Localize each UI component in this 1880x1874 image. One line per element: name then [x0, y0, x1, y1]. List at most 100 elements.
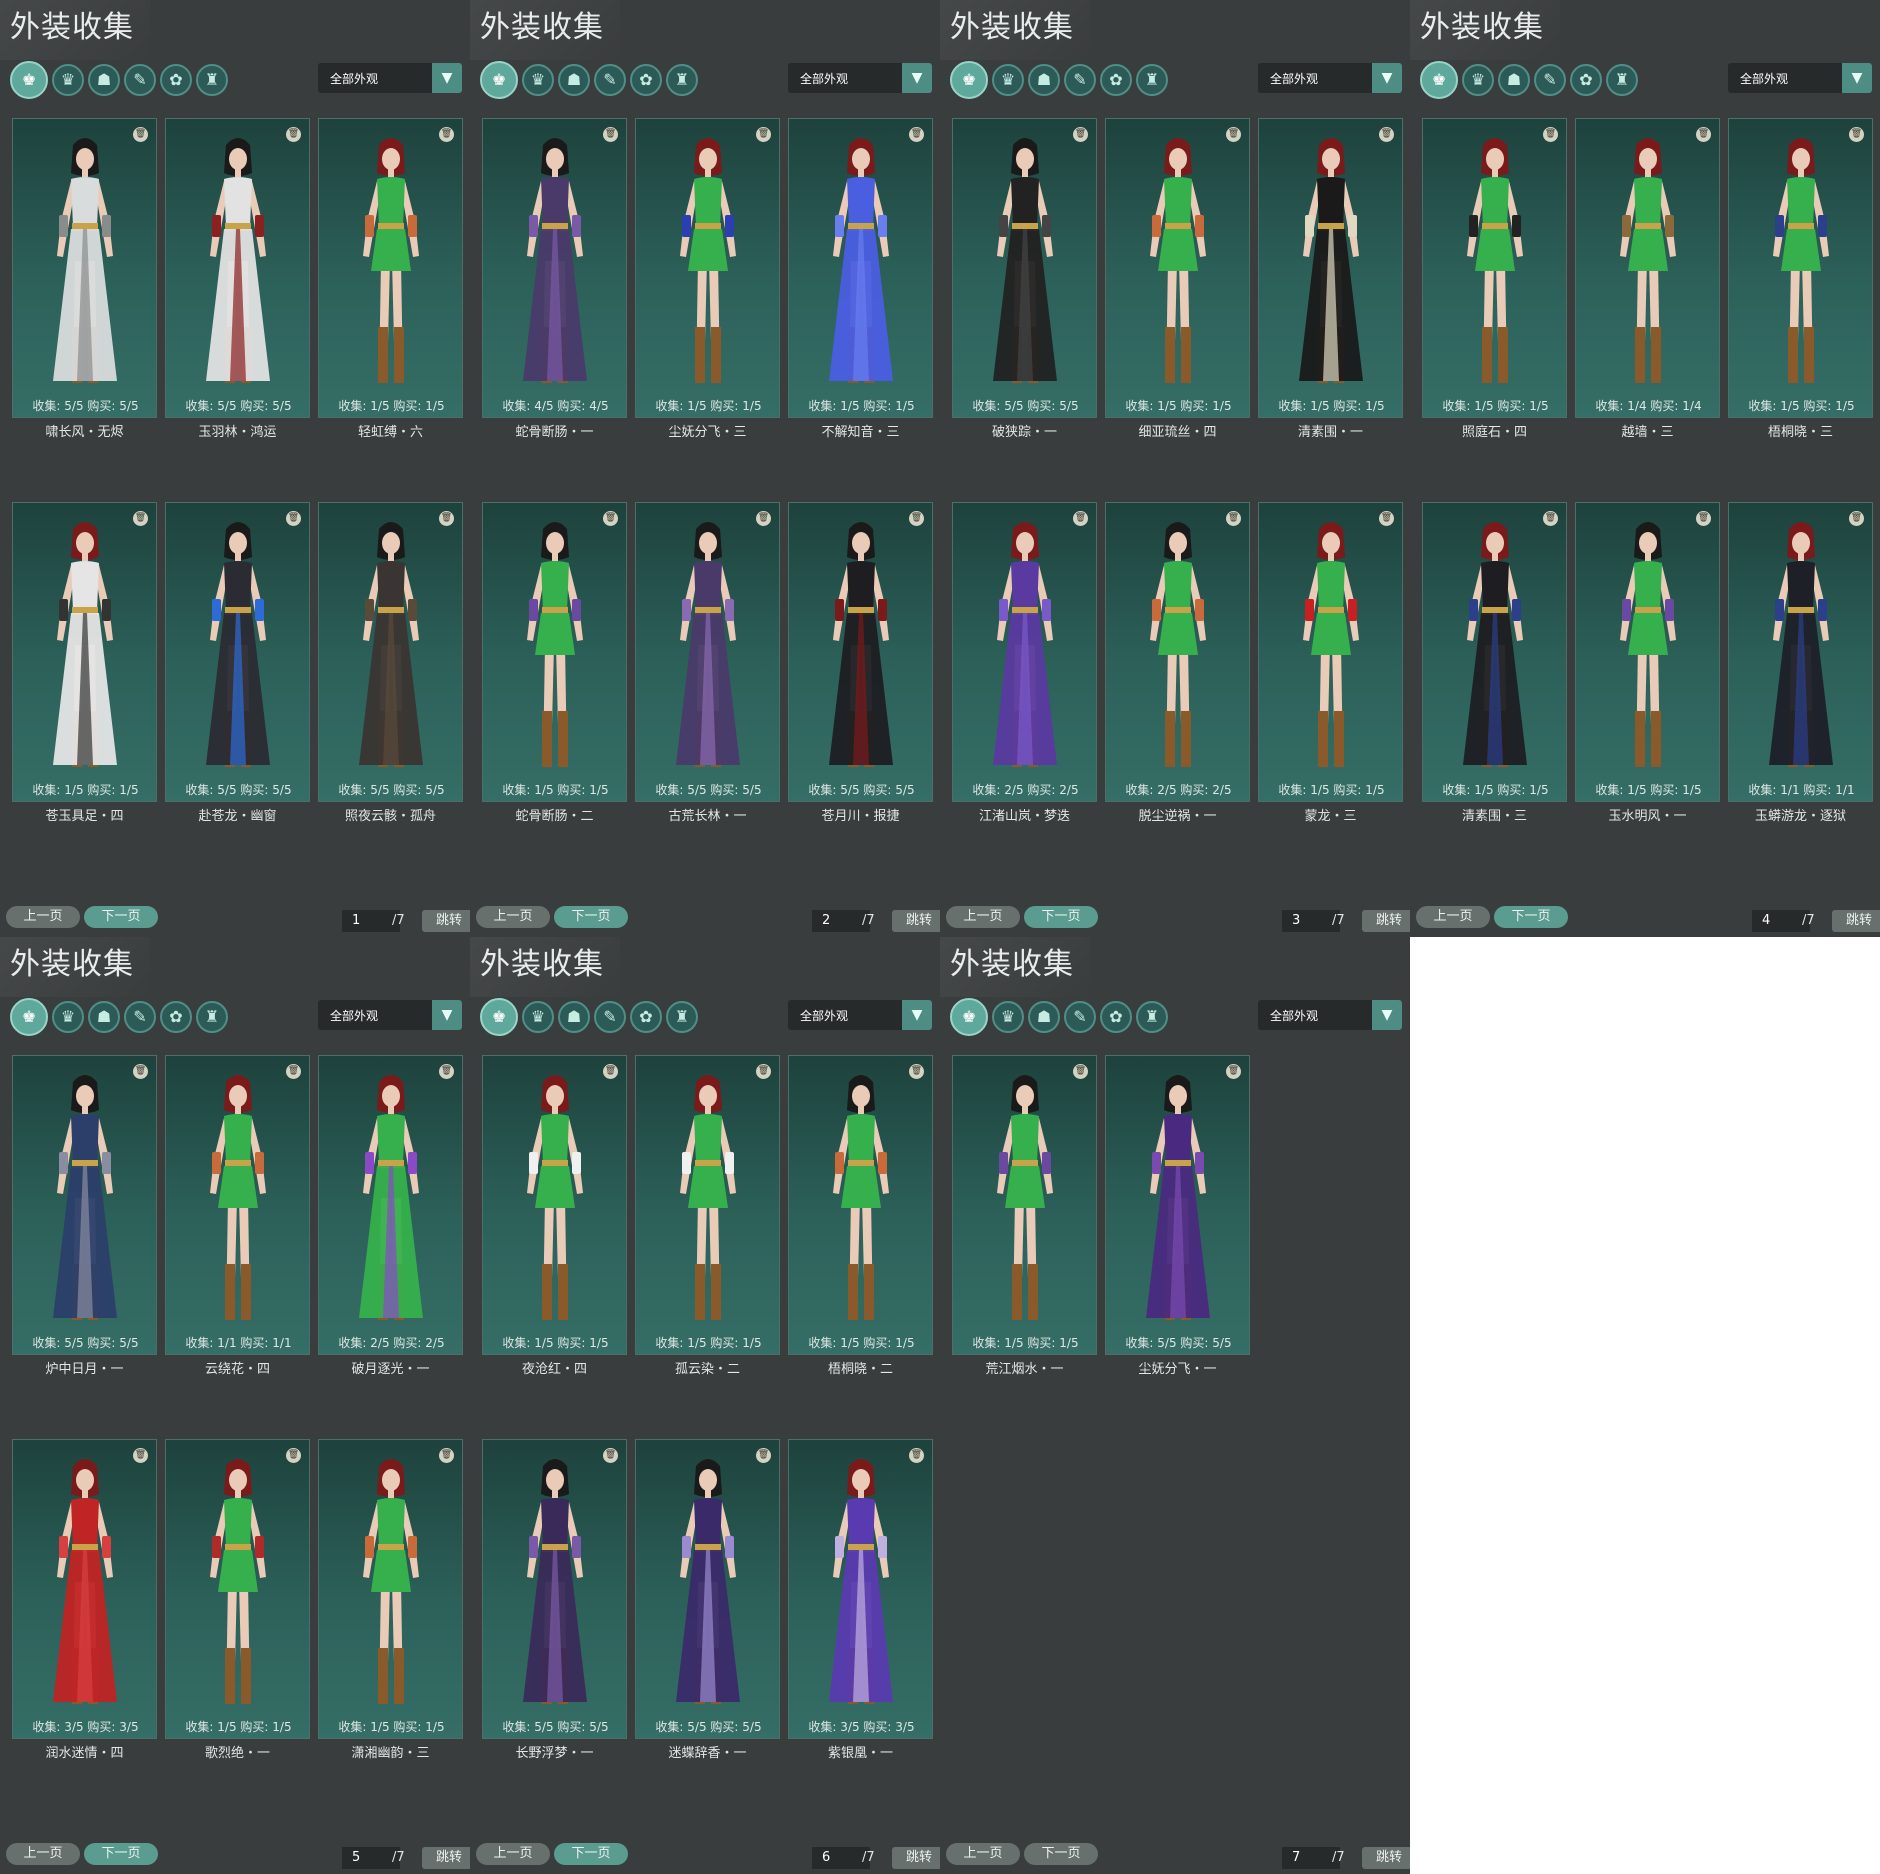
face-tab-icon[interactable]: ♛: [522, 64, 554, 96]
face-tab-icon[interactable]: ♛: [52, 1001, 84, 1033]
outfit-card[interactable]: 🗑 收集: 5/5 购买: 5/5: [12, 1055, 157, 1355]
prev-page-button[interactable]: 上一页: [946, 906, 1020, 928]
appearance-filter-dropdown[interactable]: 全部外观 ▼: [1728, 63, 1872, 93]
hair-tab-icon[interactable]: ✎: [594, 64, 626, 96]
role-tab-icon[interactable]: ♚: [10, 998, 48, 1036]
outfit-card[interactable]: 🗑 收集: 5/5 购买: 5/5: [318, 502, 463, 802]
jump-button[interactable]: 跳转: [892, 910, 940, 932]
outfit-card[interactable]: 🗑 收集: 1/5 购买: 1/5: [1422, 118, 1567, 418]
appearance-filter-dropdown[interactable]: 全部外观 ▼: [318, 63, 462, 93]
appearance-filter-dropdown[interactable]: 全部外观 ▼: [788, 63, 932, 93]
role-tab-icon[interactable]: ♚: [480, 61, 518, 99]
cape-tab-icon[interactable]: ♜: [1136, 64, 1168, 96]
chevron-down-icon[interactable]: ▼: [1372, 63, 1402, 93]
accessory-tab-icon[interactable]: ✿: [160, 64, 192, 96]
next-page-button[interactable]: 下一页: [84, 1843, 158, 1865]
outfit-card[interactable]: 🗑 收集: 2/5 购买: 2/5: [1105, 502, 1250, 802]
outfit-card[interactable]: 🗑 收集: 5/5 购买: 5/5: [1105, 1055, 1250, 1355]
role-tab-icon[interactable]: ♚: [1420, 61, 1458, 99]
hair-tab-icon[interactable]: ✎: [124, 1001, 156, 1033]
outfit-card[interactable]: 🗑 收集: 1/5 购买: 1/5: [482, 502, 627, 802]
appearance-filter-dropdown[interactable]: 全部外观 ▼: [1258, 1000, 1402, 1030]
outfit-card[interactable]: 🗑 收集: 2/5 购买: 2/5: [952, 502, 1097, 802]
jump-button[interactable]: 跳转: [1832, 910, 1880, 932]
jump-button[interactable]: 跳转: [422, 910, 470, 932]
face-tab-icon[interactable]: ♛: [52, 64, 84, 96]
next-page-button[interactable]: 下一页: [1024, 906, 1098, 928]
outfit-card[interactable]: 🗑 收集: 5/5 购买: 5/5: [12, 118, 157, 418]
role-tab-icon[interactable]: ♚: [950, 998, 988, 1036]
appearance-filter-dropdown[interactable]: 全部外观 ▼: [788, 1000, 932, 1030]
outfit-card[interactable]: 🗑 收集: 5/5 购买: 5/5: [635, 502, 780, 802]
face-tab-icon[interactable]: ♛: [522, 1001, 554, 1033]
outfit-card[interactable]: 🗑 收集: 1/5 购买: 1/5: [318, 1439, 463, 1739]
outfit-card[interactable]: 🗑 收集: 1/5 购买: 1/5: [1258, 502, 1403, 802]
outfit-card[interactable]: 🗑 收集: 1/5 购买: 1/5: [1728, 118, 1873, 418]
hair-tab-icon[interactable]: ✎: [1534, 64, 1566, 96]
hair-tab-icon[interactable]: ✎: [124, 64, 156, 96]
jump-button[interactable]: 跳转: [1362, 910, 1410, 932]
accessory-tab-icon[interactable]: ✿: [630, 64, 662, 96]
chevron-down-icon[interactable]: ▼: [432, 1000, 462, 1030]
outfit-card[interactable]: 🗑 收集: 1/5 购买: 1/5: [1258, 118, 1403, 418]
outfit-card[interactable]: 🗑 收集: 1/5 购买: 1/5: [318, 118, 463, 418]
prev-page-button[interactable]: 上一页: [1416, 906, 1490, 928]
outfit-card[interactable]: 🗑 收集: 1/5 购买: 1/5: [635, 118, 780, 418]
next-page-button[interactable]: 下一页: [84, 906, 158, 928]
accessory-tab-icon[interactable]: ✿: [1100, 1001, 1132, 1033]
prev-page-button[interactable]: 上一页: [6, 906, 80, 928]
jump-button[interactable]: 跳转: [1362, 1847, 1410, 1869]
body-tab-icon[interactable]: ☗: [88, 1001, 120, 1033]
jump-button[interactable]: 跳转: [892, 1847, 940, 1869]
cape-tab-icon[interactable]: ♜: [666, 1001, 698, 1033]
outfit-card[interactable]: 🗑 收集: 3/5 购买: 3/5: [12, 1439, 157, 1739]
role-tab-icon[interactable]: ♚: [10, 61, 48, 99]
accessory-tab-icon[interactable]: ✿: [1570, 64, 1602, 96]
outfit-card[interactable]: 🗑 收集: 1/1 购买: 1/1: [165, 1055, 310, 1355]
outfit-card[interactable]: 🗑 收集: 5/5 购买: 5/5: [788, 502, 933, 802]
next-page-button[interactable]: 下一页: [554, 1843, 628, 1865]
face-tab-icon[interactable]: ♛: [992, 64, 1024, 96]
body-tab-icon[interactable]: ☗: [88, 64, 120, 96]
cape-tab-icon[interactable]: ♜: [1606, 64, 1638, 96]
outfit-card[interactable]: 🗑 收集: 1/1 购买: 1/1: [1728, 502, 1873, 802]
cape-tab-icon[interactable]: ♜: [196, 64, 228, 96]
outfit-card[interactable]: 🗑 收集: 1/4 购买: 1/4: [1575, 118, 1720, 418]
outfit-card[interactable]: 🗑 收集: 5/5 购买: 5/5: [165, 118, 310, 418]
outfit-card[interactable]: 🗑 收集: 1/5 购买: 1/5: [635, 1055, 780, 1355]
outfit-card[interactable]: 🗑 收集: 4/5 购买: 4/5: [482, 118, 627, 418]
chevron-down-icon[interactable]: ▼: [902, 63, 932, 93]
accessory-tab-icon[interactable]: ✿: [160, 1001, 192, 1033]
cape-tab-icon[interactable]: ♜: [196, 1001, 228, 1033]
face-tab-icon[interactable]: ♛: [992, 1001, 1024, 1033]
prev-page-button[interactable]: 上一页: [476, 1843, 550, 1865]
cape-tab-icon[interactable]: ♜: [666, 64, 698, 96]
next-page-button[interactable]: 下一页: [1024, 1843, 1098, 1865]
outfit-card[interactable]: 🗑 收集: 5/5 购买: 5/5: [635, 1439, 780, 1739]
jump-button[interactable]: 跳转: [422, 1847, 470, 1869]
hair-tab-icon[interactable]: ✎: [1064, 1001, 1096, 1033]
outfit-card[interactable]: 🗑 收集: 1/5 购买: 1/5: [952, 1055, 1097, 1355]
outfit-card[interactable]: 🗑 收集: 2/5 购买: 2/5: [318, 1055, 463, 1355]
appearance-filter-dropdown[interactable]: 全部外观 ▼: [1258, 63, 1402, 93]
outfit-card[interactable]: 🗑 收集: 5/5 购买: 5/5: [952, 118, 1097, 418]
next-page-button[interactable]: 下一页: [554, 906, 628, 928]
cape-tab-icon[interactable]: ♜: [1136, 1001, 1168, 1033]
chevron-down-icon[interactable]: ▼: [1842, 63, 1872, 93]
body-tab-icon[interactable]: ☗: [558, 64, 590, 96]
outfit-card[interactable]: 🗑 收集: 5/5 购买: 5/5: [482, 1439, 627, 1739]
appearance-filter-dropdown[interactable]: 全部外观 ▼: [318, 1000, 462, 1030]
body-tab-icon[interactable]: ☗: [1498, 64, 1530, 96]
body-tab-icon[interactable]: ☗: [1028, 1001, 1060, 1033]
outfit-card[interactable]: 🗑 收集: 3/5 购买: 3/5: [788, 1439, 933, 1739]
outfit-card[interactable]: 🗑 收集: 5/5 购买: 5/5: [165, 502, 310, 802]
accessory-tab-icon[interactable]: ✿: [1100, 64, 1132, 96]
chevron-down-icon[interactable]: ▼: [1372, 1000, 1402, 1030]
chevron-down-icon[interactable]: ▼: [432, 63, 462, 93]
prev-page-button[interactable]: 上一页: [6, 1843, 80, 1865]
outfit-card[interactable]: 🗑 收集: 1/5 购买: 1/5: [788, 118, 933, 418]
body-tab-icon[interactable]: ☗: [558, 1001, 590, 1033]
face-tab-icon[interactable]: ♛: [1462, 64, 1494, 96]
hair-tab-icon[interactable]: ✎: [594, 1001, 626, 1033]
role-tab-icon[interactable]: ♚: [950, 61, 988, 99]
